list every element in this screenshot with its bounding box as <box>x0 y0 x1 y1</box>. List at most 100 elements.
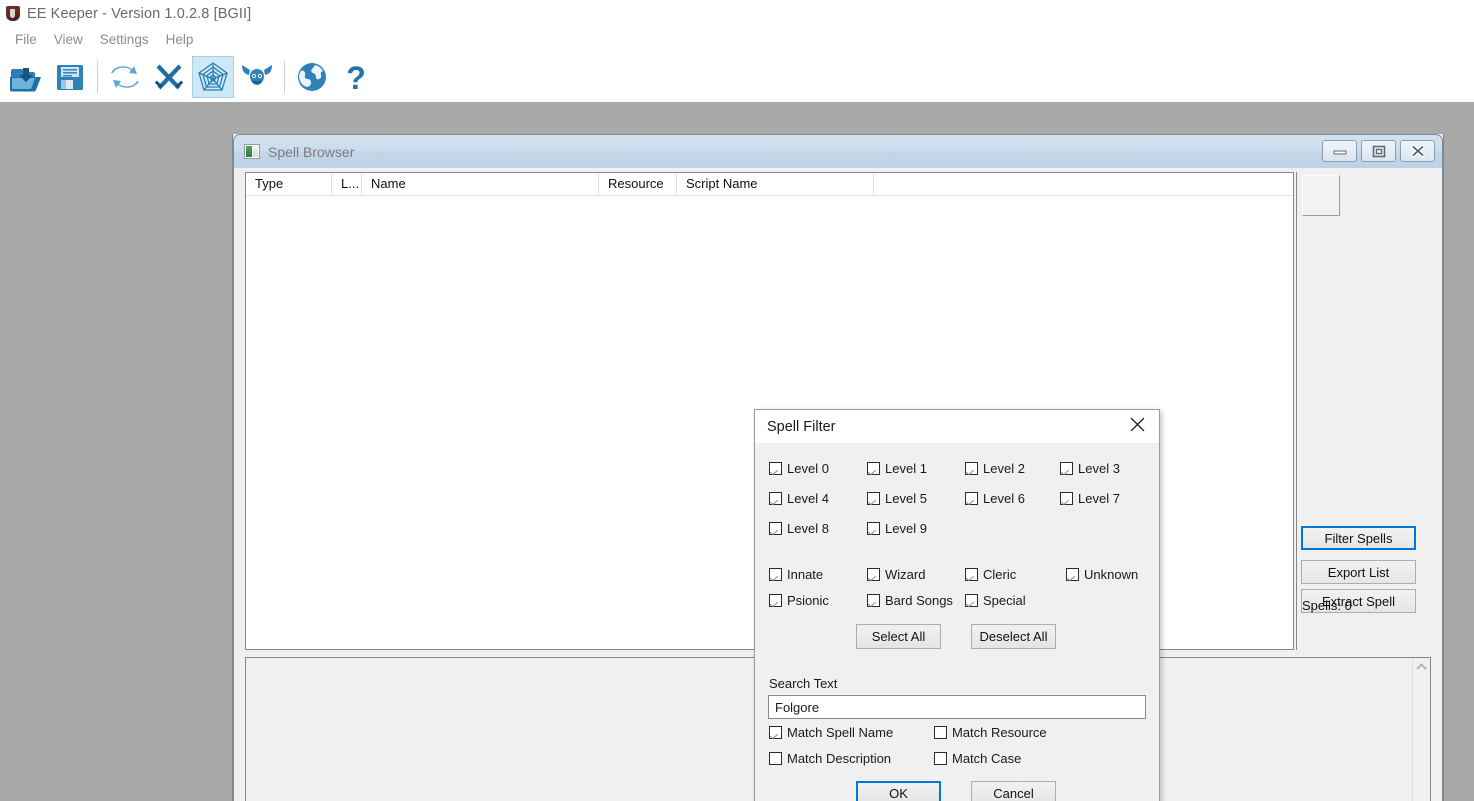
search-text-input[interactable] <box>768 695 1146 719</box>
checkbox-box <box>867 492 880 505</box>
spell-browser-title-bar[interactable]: Spell Browser <box>233 134 1443 168</box>
maximize-button[interactable] <box>1361 140 1396 162</box>
checkbox-level-1[interactable]: Level 1 <box>867 461 927 476</box>
two-arrows-refresh-icon <box>109 62 141 92</box>
checkbox-wizard[interactable]: Wizard <box>867 567 925 582</box>
spell-browser-title: Spell Browser <box>268 143 355 160</box>
column-header-script-name[interactable]: Script Name <box>677 173 874 195</box>
checkbox-box <box>867 522 880 535</box>
menu-item-help[interactable]: Help <box>158 30 203 49</box>
checkbox-box <box>769 726 782 739</box>
menu-item-view[interactable]: View <box>46 30 92 49</box>
dialog-title: Spell Filter <box>767 418 836 435</box>
checkbox-box <box>769 522 782 535</box>
web-button[interactable] <box>291 56 333 98</box>
menu-item-settings[interactable]: Settings <box>92 30 158 49</box>
shield-icon <box>5 5 21 22</box>
column-header-spacer <box>874 173 1293 195</box>
cancel-button[interactable]: Cancel <box>971 781 1056 801</box>
minimize-icon <box>1332 146 1348 156</box>
weapons-button[interactable] <box>148 56 190 98</box>
checkbox-level-3[interactable]: Level 3 <box>1060 461 1120 476</box>
checkbox-level-2[interactable]: Level 2 <box>965 461 1025 476</box>
toolbar: ? <box>0 51 1474 103</box>
maximize-icon <box>1372 145 1386 158</box>
spider-web-icon <box>197 61 229 93</box>
refresh-button[interactable] <box>104 56 146 98</box>
checkbox-level-5[interactable]: Level 5 <box>867 491 927 506</box>
checkbox-box <box>867 594 880 607</box>
deselect-all-button[interactable]: Deselect All <box>971 624 1056 649</box>
checkbox-match-case[interactable]: Match Case <box>934 751 1021 766</box>
application-window: EE Keeper - Version 1.0.2.8 [BGII] File … <box>0 0 1474 801</box>
checkbox-box <box>965 492 978 505</box>
checkbox-box <box>769 594 782 607</box>
save-file-button[interactable] <box>49 56 91 98</box>
checkbox-unknown[interactable]: Unknown <box>1066 567 1138 582</box>
page-title: EE Keeper - Version 1.0.2.8 [BGII] <box>27 5 252 22</box>
column-header-resource[interactable]: Resource <box>599 173 677 195</box>
crossed-swords-icon <box>153 61 185 93</box>
spell-browser-side-panel: Filter Spells Export List Extract Spell … <box>1296 172 1433 650</box>
checkbox-match-spell-name[interactable]: Match Spell Name <box>769 725 893 740</box>
checkbox-special[interactable]: Special <box>965 593 1026 608</box>
menu-item-file[interactable]: File <box>7 30 46 49</box>
checkbox-box <box>769 568 782 581</box>
mdi-client-area: Spell Browser Type L... Name Resource Sc… <box>0 103 1474 801</box>
close-button[interactable] <box>1400 140 1435 162</box>
checkbox-psionic[interactable]: Psionic <box>769 593 829 608</box>
checkbox-box <box>1060 462 1073 475</box>
checkbox-box <box>965 594 978 607</box>
title-bar: EE Keeper - Version 1.0.2.8 [BGII] <box>0 0 1474 27</box>
checkbox-level-6[interactable]: Level 6 <box>965 491 1025 506</box>
checkbox-box <box>769 492 782 505</box>
filter-spells-button[interactable]: Filter Spells <box>1301 526 1416 550</box>
spell-count-label: Spells: 0 <box>1302 598 1352 613</box>
checkbox-level-0[interactable]: Level 0 <box>769 461 829 476</box>
checkbox-box <box>867 462 880 475</box>
question-mark-icon: ? <box>342 61 370 93</box>
column-header-level[interactable]: L... <box>332 173 362 195</box>
checkbox-box <box>965 568 978 581</box>
dialog-close-button[interactable] <box>1115 410 1159 442</box>
help-button[interactable]: ? <box>335 56 377 98</box>
globe-icon <box>296 61 328 93</box>
column-header-type[interactable]: Type <box>246 173 332 195</box>
yoda-creature-icon <box>241 62 273 92</box>
checkbox-level-8[interactable]: Level 8 <box>769 521 829 536</box>
open-folder-arrow-icon <box>9 61 43 93</box>
dialog-title-bar[interactable]: Spell Filter <box>755 410 1159 443</box>
checkbox-box <box>769 462 782 475</box>
ok-button[interactable]: OK <box>856 781 941 801</box>
checkbox-level-9[interactable]: Level 9 <box>867 521 927 536</box>
checkbox-box <box>965 462 978 475</box>
checkbox-box <box>934 726 947 739</box>
creature-browser-button[interactable] <box>236 56 278 98</box>
checkbox-bard-songs[interactable]: Bard Songs <box>867 593 953 608</box>
checkbox-match-resource[interactable]: Match Resource <box>934 725 1047 740</box>
search-text-label: Search Text <box>769 676 838 691</box>
separator-2 <box>284 60 285 93</box>
checkbox-innate[interactable]: Innate <box>769 567 823 582</box>
dialog-body: Level 0 Level 1 Level 2 Level 3 Level 4 … <box>755 443 1159 801</box>
export-list-button[interactable]: Export List <box>1301 560 1416 584</box>
column-header-name[interactable]: Name <box>362 173 599 195</box>
checkbox-match-description[interactable]: Match Description <box>769 751 891 766</box>
select-all-button[interactable]: Select All <box>856 624 941 649</box>
spell-browser-button[interactable] <box>192 55 234 98</box>
close-icon <box>1130 417 1145 435</box>
minimize-button[interactable] <box>1322 140 1357 162</box>
floppy-disk-icon <box>54 61 86 93</box>
open-file-button[interactable] <box>5 56 47 98</box>
checkbox-level-7[interactable]: Level 7 <box>1060 491 1120 506</box>
checkbox-cleric[interactable]: Cleric <box>965 567 1016 582</box>
menu-bar: File View Settings Help <box>0 27 1474 51</box>
window-icon <box>244 144 260 159</box>
checkbox-level-4[interactable]: Level 4 <box>769 491 829 506</box>
spell-icon-preview <box>1302 175 1340 216</box>
checkbox-box <box>1066 568 1079 581</box>
spell-filter-dialog: Spell Filter Level 0 Level 1 Level 2 Lev… <box>754 409 1160 801</box>
scroll-up-icon[interactable] <box>1413 658 1430 676</box>
detail-pane-scrollbar[interactable] <box>1412 658 1430 801</box>
checkbox-box <box>1060 492 1073 505</box>
